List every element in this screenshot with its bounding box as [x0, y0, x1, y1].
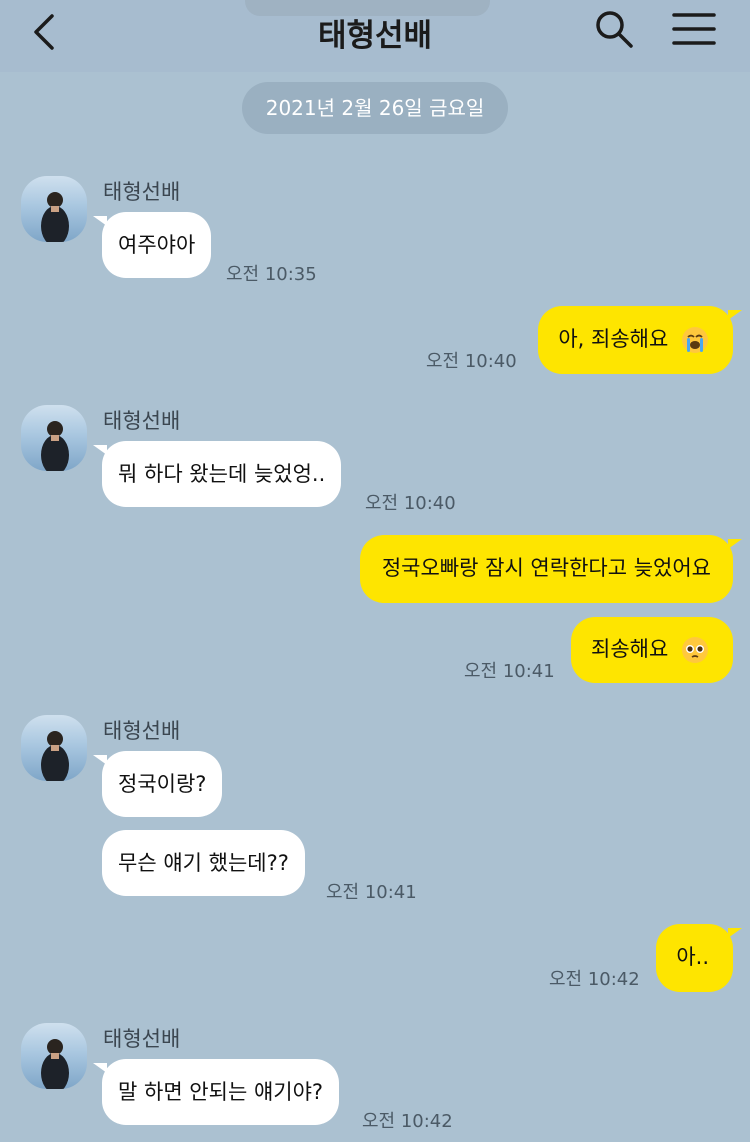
avatar[interactable] [21, 176, 87, 242]
bubble-tail [93, 445, 107, 455]
bubble-tail [728, 539, 742, 549]
bubble-tail [728, 928, 742, 938]
message-bubble[interactable]: 뭐 하다 왔는데 늦었엉.. [93, 441, 342, 507]
message-time: 오전 10:40 [426, 351, 517, 372]
message-time: 오전 10:42 [549, 969, 640, 990]
loudly-crying-face-icon [682, 327, 708, 353]
message-time: 오전 10:41 [326, 882, 417, 903]
avatar[interactable] [21, 405, 87, 471]
message-bubble-outgoing[interactable]: 아, 죄송해요 [538, 306, 742, 374]
message-bubble[interactable]: 말 하면 안되는 얘기야? [93, 1059, 340, 1125]
profile-photo [41, 421, 69, 471]
message-text: 무슨 얘기 했는데?? [118, 851, 289, 875]
sender-name: 태형선배 [103, 719, 181, 743]
message-bubble[interactable]: 무슨 얘기 했는데?? [102, 830, 305, 896]
menu-button[interactable] [672, 10, 716, 48]
message-text: 여주야아 [118, 233, 196, 257]
bubble-tail [93, 755, 107, 765]
search-button[interactable] [593, 8, 635, 50]
message-bubble-outgoing[interactable]: 아.. [656, 924, 742, 992]
chat-title: 태형선배 [317, 18, 433, 54]
avatar[interactable] [21, 715, 87, 781]
message-text: 뭐 하다 왔는데 늦었엉.. [118, 462, 326, 486]
message-text: 아, 죄송해요 [558, 327, 669, 351]
message-bubble-outgoing[interactable]: 죄송해요 [571, 617, 733, 683]
message-bubble[interactable]: 여주야아 [93, 212, 212, 278]
message-text: 정국오빠랑 잠시 연락한다고 늦었어요 [381, 556, 711, 580]
message-time: 오전 10:42 [362, 1111, 453, 1132]
date-divider: 2021년 2월 26일 금요일 [242, 82, 508, 134]
profile-photo [41, 192, 69, 242]
message-text: 말 하면 안되는 얘기야? [118, 1080, 324, 1104]
message-text: 정국이랑? [118, 772, 207, 796]
message-time: 오전 10:40 [365, 493, 456, 514]
pleading-face-icon [682, 637, 708, 663]
message-text: 아.. [676, 945, 709, 969]
message-time: 오전 10:41 [464, 661, 555, 682]
message-time: 오전 10:35 [226, 264, 317, 285]
sender-name: 태형선배 [103, 409, 181, 433]
sender-name: 태형선배 [103, 1027, 181, 1051]
avatar[interactable] [21, 1023, 87, 1089]
bubble-tail [93, 1063, 107, 1073]
search-icon [596, 11, 633, 48]
bubble-tail [93, 216, 107, 226]
sender-name: 태형선배 [103, 180, 181, 204]
message-text: 죄송해요 [591, 637, 669, 661]
message-bubble-outgoing[interactable]: 정국오빠랑 잠시 연락한다고 늦었어요 [359, 535, 742, 603]
profile-photo [41, 731, 69, 781]
chat-header: 태형선배 [0, 0, 750, 72]
message-bubble[interactable]: 정국이랑? [93, 751, 223, 817]
bubble-tail [728, 310, 742, 320]
profile-photo [41, 1039, 69, 1089]
hamburger-menu-icon [672, 13, 716, 45]
